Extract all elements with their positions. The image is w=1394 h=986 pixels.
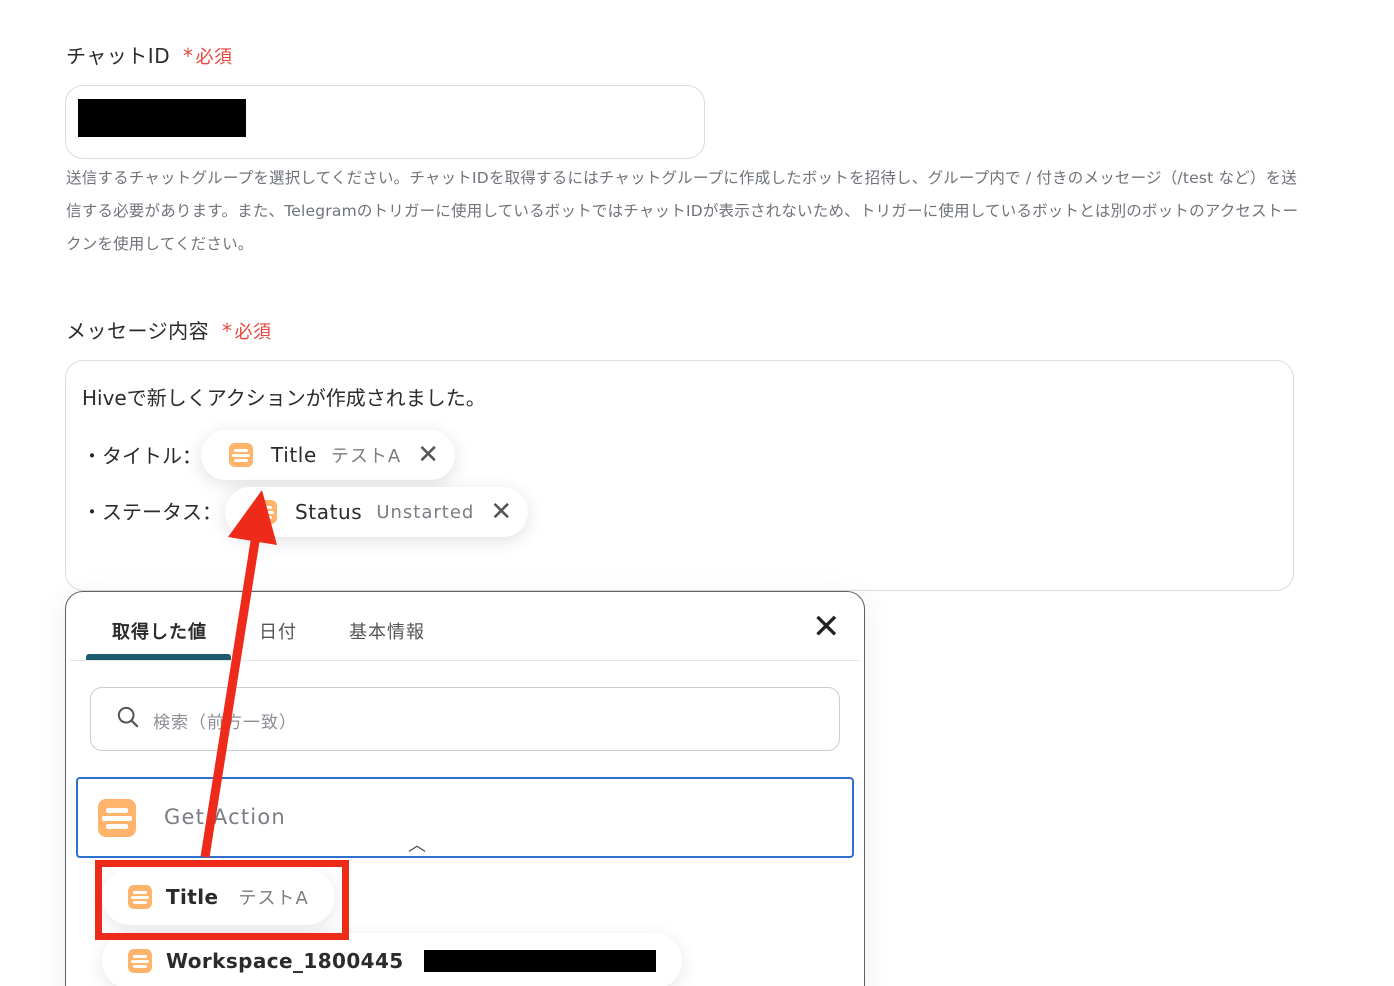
required-star: * [182, 44, 194, 68]
chat-id-input[interactable] [65, 85, 705, 159]
item-name: Workspace_1800445 [166, 949, 404, 973]
tab-date[interactable]: 日付 [259, 618, 297, 644]
close-icon[interactable]: ✕ [490, 499, 512, 525]
value-item-workspace[interactable]: Workspace_1800445 [102, 933, 682, 986]
chip-name: Status [295, 500, 363, 524]
chat-id-label: チャットID * 必須 [66, 40, 232, 69]
tab-retrieved-values[interactable]: 取得した値 [112, 618, 207, 644]
message-label: メッセージ内容 * 必須 [66, 315, 271, 344]
group-name: Get Action ︿ [164, 805, 426, 856]
hive-icon [98, 799, 136, 837]
tab-basic-info[interactable]: 基本情報 [349, 618, 425, 644]
hive-icon [229, 443, 253, 467]
chat-id-label-text: チャットID [66, 44, 171, 68]
required-star: * [221, 319, 233, 343]
message-line: Hiveで新しくアクションが作成されました。 [82, 386, 486, 410]
redacted-value [423, 950, 656, 972]
required-text: 必須 [234, 322, 272, 343]
hive-icon [128, 949, 152, 973]
group-header-get-action[interactable]: Get Action ︿ [76, 777, 854, 858]
chip-name: Title [271, 443, 317, 467]
hive-icon [253, 500, 277, 524]
chat-id-help-text: 送信するチャットグループを選択してください。チャットIDを取得するにはチャットグ… [66, 169, 1299, 253]
search-placeholder: 検索（前方一致） [153, 713, 297, 733]
search-icon [117, 706, 139, 728]
close-icon[interactable]: ✕ [417, 442, 439, 468]
chip-value: Unstarted [376, 501, 475, 523]
annotation-highlight-box [95, 860, 349, 940]
required-text: 必須 [195, 47, 233, 68]
close-icon[interactable]: ✕ [812, 610, 841, 644]
message-status-row-label: ・ステータス： [82, 500, 222, 524]
search-input[interactable]: 検索（前方一致） [90, 687, 840, 751]
variable-chip-status[interactable]: Status Unstarted ✕ [225, 487, 529, 537]
message-title-row-label: ・タイトル： [82, 444, 202, 468]
group-name-text: Get Action [164, 805, 286, 829]
chip-value: テストA [330, 446, 402, 467]
variable-chip-title[interactable]: Title テストA ✕ [201, 430, 455, 480]
required-marker: * 必須 [221, 319, 272, 343]
redacted-value [78, 99, 246, 137]
required-marker: * 必須 [182, 44, 233, 68]
message-label-text: メッセージ内容 [66, 319, 210, 343]
tab-divider [70, 660, 860, 661]
chevron-up-icon: ︿ [408, 835, 428, 856]
